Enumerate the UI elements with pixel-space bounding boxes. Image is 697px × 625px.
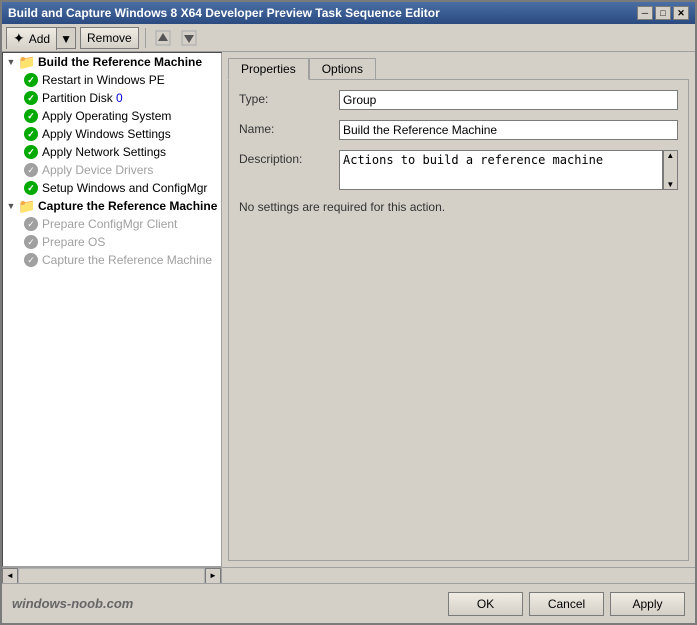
- tree-item-capture-label: Capture the Reference Machine: [42, 252, 212, 268]
- tree-item-os[interactable]: ✓ Apply Operating System: [21, 107, 221, 125]
- check-icon-restart: ✓: [23, 72, 39, 88]
- bottom-bar: windows-noob.com OK Cancel Apply: [2, 583, 695, 623]
- tree-item-windows-settings-label: Apply Windows Settings: [42, 126, 171, 142]
- main-content: ▼ 📁 Build the Reference Machine ✓ Restar…: [2, 52, 695, 567]
- right-panel: Properties Options Type: Name:: [222, 52, 695, 567]
- check-icon-setup-configmgr: ✓: [23, 180, 39, 196]
- tab-properties[interactable]: Properties: [228, 58, 309, 80]
- description-scrollbar[interactable]: ▲ ▼: [663, 150, 678, 190]
- gray-icon-prepare-configmgr: ✓: [23, 216, 39, 232]
- main-window: Build and Capture Windows 8 X64 Develope…: [0, 0, 697, 625]
- type-input[interactable]: [339, 90, 678, 110]
- remove-button[interactable]: Remove: [80, 27, 139, 49]
- gray-icon-prepare-os: ✓: [23, 234, 39, 250]
- add-label: Add: [29, 32, 50, 46]
- maximize-button[interactable]: □: [655, 6, 671, 20]
- toolbar-separator: [145, 28, 146, 48]
- description-label: Description:: [239, 150, 339, 166]
- move-up-button[interactable]: [152, 27, 174, 49]
- tab-content-properties: Type: Name: Description:: [228, 79, 689, 561]
- minimize-button[interactable]: ─: [637, 6, 653, 20]
- type-control: [339, 90, 678, 110]
- check-icon-os: ✓: [23, 108, 39, 124]
- close-button[interactable]: ✕: [673, 6, 689, 20]
- tree-item-partition[interactable]: ✓ Partition Disk 0: [21, 89, 221, 107]
- tree-item-prepare-os-label: Prepare OS: [42, 234, 105, 250]
- folder-icon-1: 📁: [19, 54, 35, 70]
- tree-group-1[interactable]: ▼ 📁 Build the Reference Machine: [3, 53, 221, 71]
- tree-item-prepare-os[interactable]: ✓ Prepare OS: [21, 233, 221, 251]
- tree-group-2[interactable]: ▼ 📁 Capture the Reference Machine: [3, 197, 221, 215]
- tab-options[interactable]: Options: [309, 58, 376, 79]
- tree-item-setup-configmgr[interactable]: ✓ Setup Windows and ConfigMgr: [21, 179, 221, 197]
- title-bar: Build and Capture Windows 8 X64 Develope…: [2, 2, 695, 24]
- add-dropdown-button[interactable]: ▼: [56, 28, 75, 50]
- tree-panel[interactable]: ▼ 📁 Build the Reference Machine ✓ Restar…: [2, 52, 222, 567]
- tree-item-drivers-label: Apply Device Drivers: [42, 162, 153, 178]
- tree-item-setup-configmgr-label: Setup Windows and ConfigMgr: [42, 180, 207, 196]
- cancel-button[interactable]: Cancel: [529, 592, 604, 616]
- tree-item-os-label: Apply Operating System: [42, 108, 171, 124]
- check-icon-partition: ✓: [23, 90, 39, 106]
- tree-item-windows-settings[interactable]: ✓ Apply Windows Settings: [21, 125, 221, 143]
- tree-item-prepare-configmgr[interactable]: ✓ Prepare ConfigMgr Client: [21, 215, 221, 233]
- form-row-type: Type:: [239, 90, 678, 110]
- tree-group-2-label: Capture the Reference Machine: [38, 198, 217, 214]
- tree-item-capture[interactable]: ✓ Capture the Reference Machine: [21, 251, 221, 269]
- gray-icon-drivers: ✓: [23, 162, 39, 178]
- name-input[interactable]: [339, 120, 678, 140]
- tree-item-drivers[interactable]: ✓ Apply Device Drivers: [21, 161, 221, 179]
- add-icon: ✦: [13, 30, 25, 47]
- form-row-name: Name:: [239, 120, 678, 140]
- expand-icon-1: ▼: [5, 56, 17, 68]
- type-label: Type:: [239, 90, 339, 106]
- tree-item-network-settings[interactable]: ✓ Apply Network Settings: [21, 143, 221, 161]
- tree-item-restart-label: Restart in Windows PE: [42, 72, 165, 88]
- no-settings-text: No settings are required for this action…: [239, 200, 678, 214]
- tree-item-network-settings-label: Apply Network Settings: [42, 144, 166, 160]
- scroll-left-button[interactable]: ◄: [2, 568, 18, 584]
- name-control: [339, 120, 678, 140]
- name-label: Name:: [239, 120, 339, 136]
- expand-icon-2: ▼: [5, 200, 17, 212]
- ok-button[interactable]: OK: [448, 592, 523, 616]
- toolbar: ✦ Add ▼ Remove: [2, 24, 695, 52]
- title-bar-buttons: ─ □ ✕: [637, 6, 689, 20]
- tree-item-prepare-configmgr-label: Prepare ConfigMgr Client: [42, 216, 177, 232]
- folder-icon-2: 📁: [19, 198, 35, 214]
- bottom-buttons: OK Cancel Apply: [448, 592, 685, 616]
- description-control: Actions to build a reference machine ▲ ▼: [339, 150, 678, 190]
- tree-group-1-label: Build the Reference Machine: [38, 54, 202, 70]
- check-icon-network-settings: ✓: [23, 144, 39, 160]
- apply-button[interactable]: Apply: [610, 592, 685, 616]
- tree-item-restart[interactable]: ✓ Restart in Windows PE: [21, 71, 221, 89]
- watermark: windows-noob.com: [12, 596, 133, 611]
- add-button[interactable]: ✦ Add: [7, 28, 56, 50]
- remove-label: Remove: [87, 31, 132, 45]
- check-icon-windows-settings: ✓: [23, 126, 39, 142]
- window-title: Build and Capture Windows 8 X64 Develope…: [8, 6, 440, 20]
- move-down-button[interactable]: [178, 27, 200, 49]
- tree-item-partition-label: Partition Disk 0: [42, 90, 123, 106]
- tab-bar: Properties Options: [228, 58, 689, 79]
- description-textarea[interactable]: Actions to build a reference machine: [339, 150, 663, 190]
- form-row-description: Description: Actions to build a referenc…: [239, 150, 678, 190]
- gray-icon-capture: ✓: [23, 252, 39, 268]
- scroll-right-button[interactable]: ►: [205, 568, 221, 584]
